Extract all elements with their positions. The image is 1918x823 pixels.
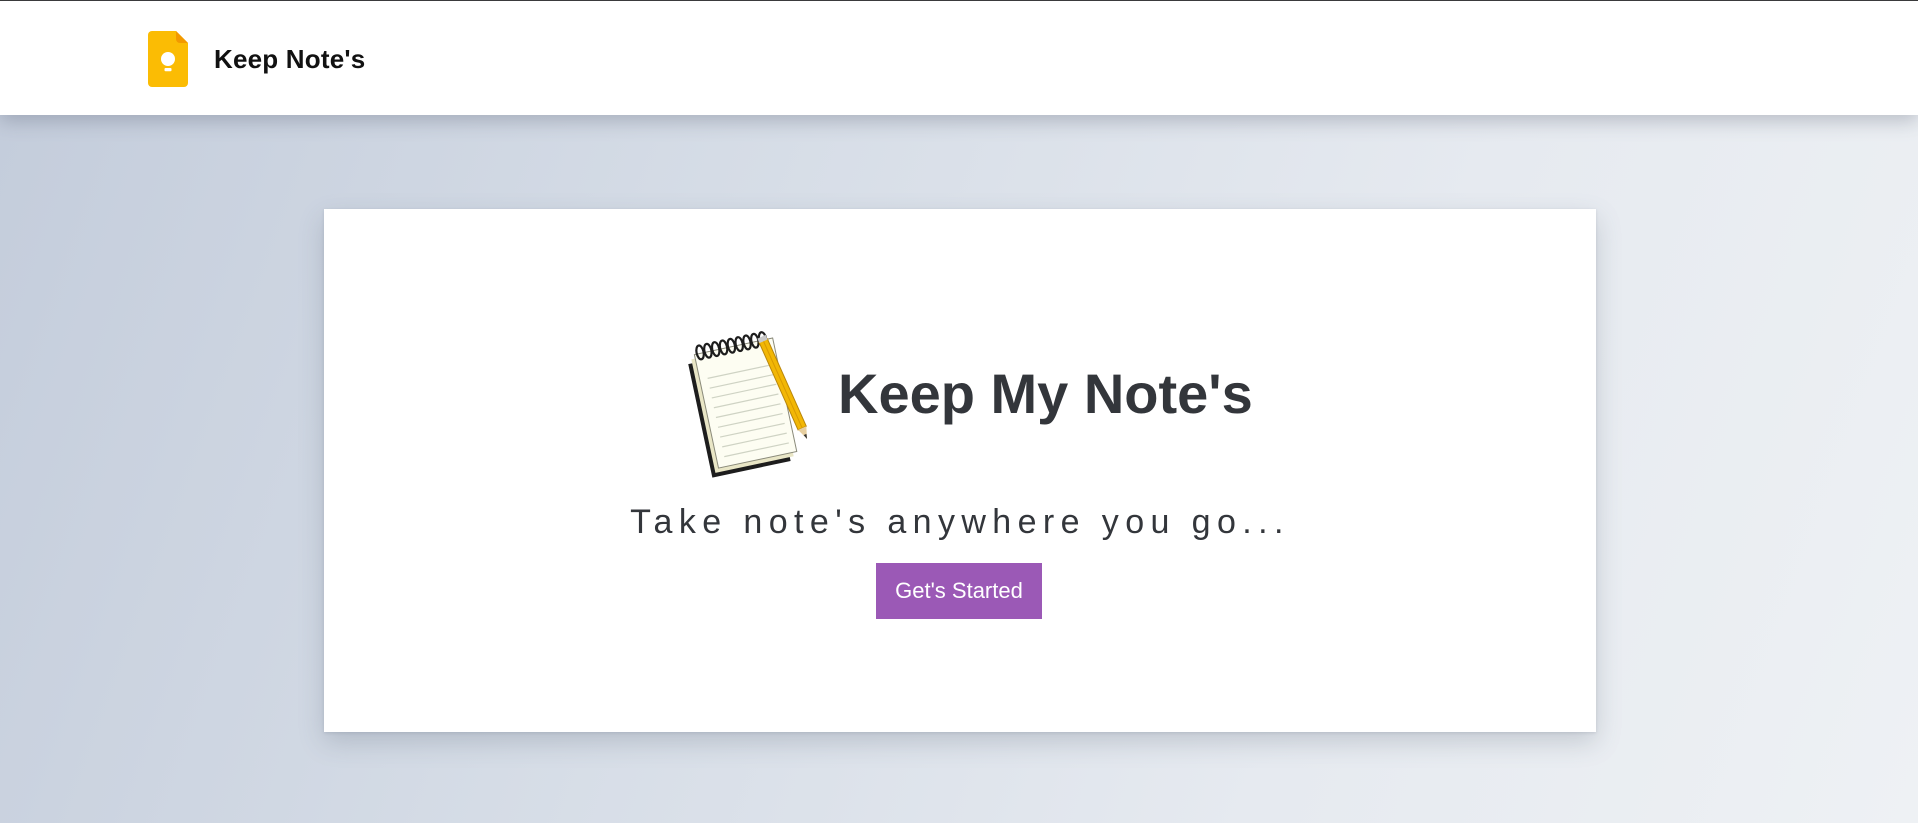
hero-heading: Keep My Note's bbox=[684, 325, 1253, 479]
notepad-with-pencil-icon bbox=[688, 331, 808, 478]
hero-title: Keep My Note's bbox=[838, 361, 1253, 425]
get-started-button[interactable]: Get's Started bbox=[876, 563, 1042, 619]
brand-link[interactable]: Keep Note's bbox=[148, 31, 365, 87]
keep-notes-logo-icon bbox=[148, 31, 188, 87]
navbar: Keep Note's bbox=[0, 1, 1918, 115]
hero-card: Keep My Note's Take note's anywhere you … bbox=[324, 209, 1596, 732]
brand-name: Keep Note's bbox=[214, 43, 366, 74]
hero-tagline: Take note's anywhere you go... bbox=[630, 503, 1290, 541]
